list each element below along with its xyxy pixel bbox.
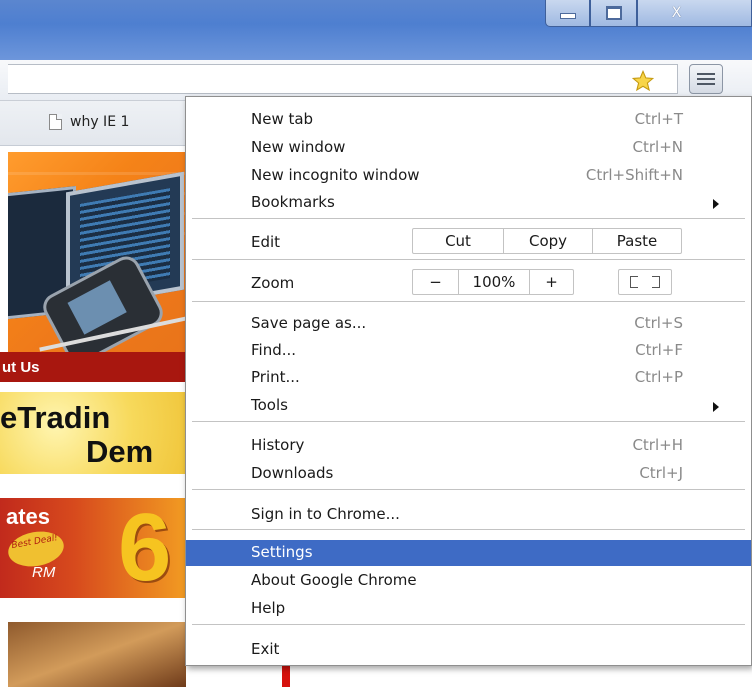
menu-separator bbox=[192, 218, 745, 219]
minimize-icon bbox=[559, 13, 576, 19]
menu-item-print[interactable]: Print... Ctrl+P bbox=[186, 365, 751, 391]
promo-title: eTradin bbox=[0, 400, 111, 435]
zoom-out-button[interactable]: − bbox=[412, 269, 459, 295]
menu-item-exit[interactable]: Exit bbox=[186, 637, 751, 663]
close-window-button[interactable]: X bbox=[637, 0, 752, 27]
menu-item-find[interactable]: Find... Ctrl+F bbox=[186, 338, 751, 364]
cut-button[interactable]: Cut bbox=[412, 228, 504, 254]
site-nav-strip[interactable]: ut Us bbox=[0, 352, 186, 382]
menu-item-new-tab[interactable]: New tab Ctrl+T bbox=[186, 107, 751, 133]
rates-banner[interactable]: ates Best Deal! RM 6 bbox=[0, 498, 186, 598]
copy-button[interactable]: Copy bbox=[504, 228, 593, 254]
zoom-button-group: − 100% + bbox=[412, 269, 574, 295]
edit-button-group: Cut Copy Paste bbox=[412, 228, 682, 254]
menu-item-sign-in[interactable]: Sign in to Chrome... bbox=[186, 502, 751, 528]
menu-separator bbox=[192, 259, 745, 260]
menu-row-edit: Edit Cut Copy Paste bbox=[186, 228, 751, 256]
chrome-menu: New tab Ctrl+T New window Ctrl+N New inc… bbox=[185, 96, 752, 666]
menu-item-help[interactable]: Help bbox=[186, 596, 751, 622]
menu-item-save-page-as[interactable]: Save page as... Ctrl+S bbox=[186, 311, 751, 337]
submenu-arrow-icon bbox=[713, 402, 719, 412]
menu-row-zoom: Zoom − 100% + bbox=[186, 269, 751, 297]
zoom-level: 100% bbox=[459, 269, 530, 295]
menu-separator bbox=[192, 624, 745, 625]
menu-separator bbox=[192, 489, 745, 490]
nav-link-about-us[interactable]: ut Us bbox=[2, 359, 40, 376]
menu-separator bbox=[192, 529, 745, 530]
menu-separator bbox=[192, 421, 745, 422]
browser-toolbar bbox=[0, 60, 752, 101]
menu-item-new-window[interactable]: New window Ctrl+N bbox=[186, 135, 751, 161]
zoom-in-button[interactable]: + bbox=[530, 269, 574, 295]
page-icon bbox=[49, 114, 62, 130]
menu-separator bbox=[192, 301, 745, 302]
big-number: 6 bbox=[118, 494, 172, 601]
chrome-menu-button[interactable] bbox=[689, 64, 723, 94]
banner-image bbox=[8, 152, 186, 352]
bookmark-label: why IE 1 bbox=[70, 114, 130, 130]
menu-item-tools[interactable]: Tools bbox=[186, 393, 751, 419]
currency-label: RM bbox=[32, 564, 56, 581]
fullscreen-button[interactable] bbox=[618, 269, 672, 295]
window-titlebar: X bbox=[0, 0, 752, 60]
menu-item-downloads[interactable]: Downloads Ctrl+J bbox=[186, 461, 751, 487]
rates-title: ates bbox=[6, 504, 51, 529]
paste-button[interactable]: Paste bbox=[593, 228, 682, 254]
maximize-icon bbox=[605, 6, 622, 20]
hamburger-menu-icon bbox=[697, 73, 715, 75]
menu-item-settings[interactable]: Settings bbox=[186, 540, 751, 566]
address-bar[interactable] bbox=[8, 64, 678, 94]
maximize-button[interactable] bbox=[590, 0, 637, 27]
menu-item-history[interactable]: History Ctrl+H bbox=[186, 433, 751, 459]
bookmark-item[interactable]: why IE 1 bbox=[49, 112, 129, 132]
bottom-banner-image bbox=[8, 622, 186, 687]
menu-item-new-incognito-window[interactable]: New incognito window Ctrl+Shift+N bbox=[186, 163, 751, 189]
menu-item-bookmarks[interactable]: Bookmarks bbox=[186, 190, 751, 216]
menu-item-about-chrome[interactable]: About Google Chrome bbox=[186, 568, 751, 594]
star-icon[interactable] bbox=[632, 70, 654, 92]
submenu-arrow-icon bbox=[713, 199, 719, 209]
etrading-demo-banner[interactable]: eTradin Dem bbox=[0, 392, 186, 474]
minimize-button[interactable] bbox=[545, 0, 590, 27]
close-icon: X bbox=[671, 5, 682, 21]
promo-subtitle: Dem bbox=[86, 434, 154, 469]
